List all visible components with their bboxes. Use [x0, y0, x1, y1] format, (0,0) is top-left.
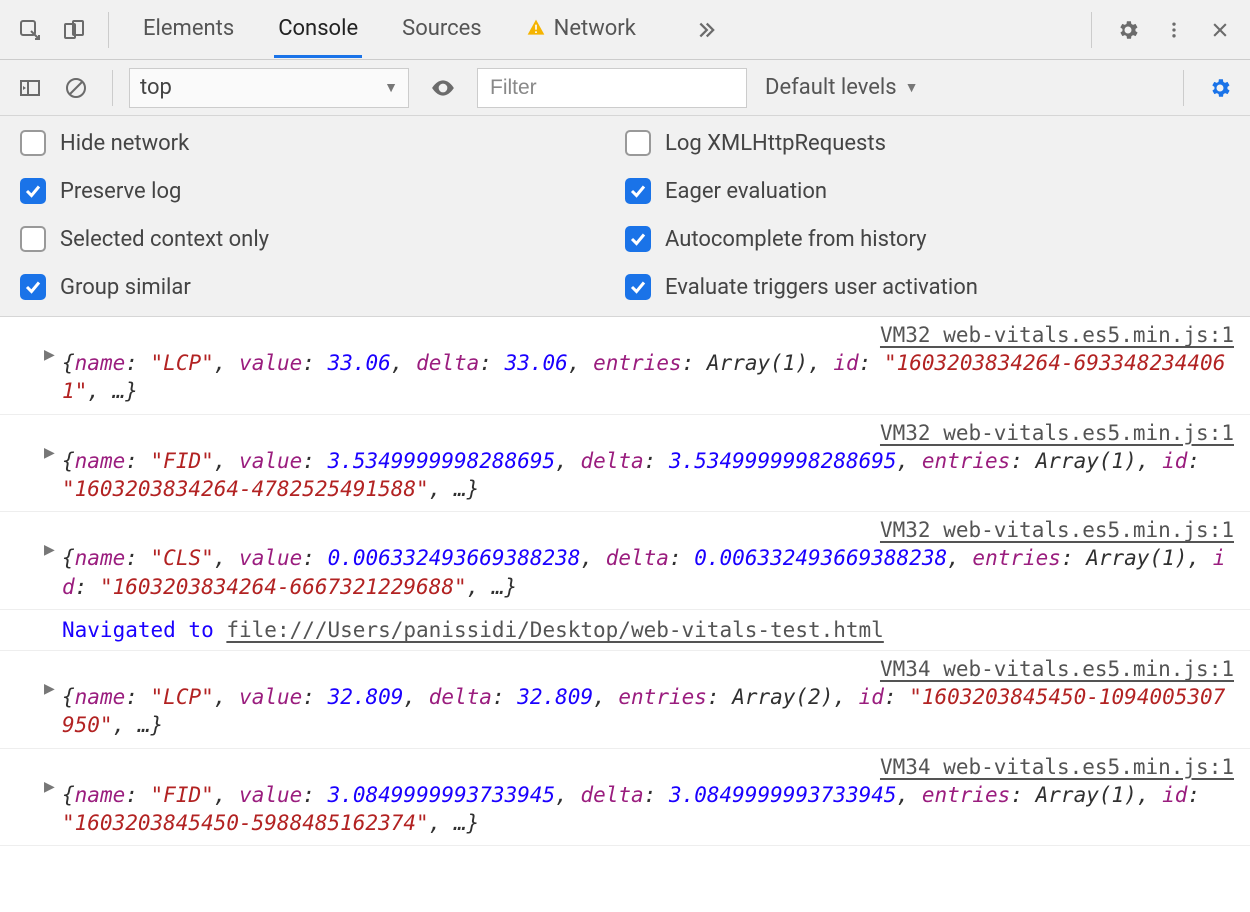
checkbox-eval-trigger[interactable]: Evaluate triggers user activation [625, 274, 1230, 300]
checkbox-label: Selected context only [60, 227, 269, 252]
log-entry: VM32 web-vitals.es5.min.js:1 ▶ {name: "FID… [0, 415, 1250, 513]
source-link[interactable]: VM34 web-vitals.es5.min.js:1 [62, 755, 1234, 779]
panel-tabs: Elements Console Sources Network [139, 2, 1077, 58]
tabbar-actions [1081, 10, 1240, 50]
context-select[interactable]: top ▼ [129, 68, 409, 108]
checkbox-icon [625, 274, 651, 300]
checkbox-icon [625, 226, 651, 252]
device-toggle-icon[interactable] [54, 10, 94, 50]
levels-label: Default levels [765, 75, 897, 100]
log-entry: VM34 web-vitals.es5.min.js:1 ▶ {name: "LCP… [0, 651, 1250, 749]
checkbox-log-xhr[interactable]: Log XMLHttpRequests [625, 130, 1230, 156]
tab-label: Network [554, 16, 636, 41]
dropdown-caret-icon: ▼ [905, 79, 919, 96]
tab-label: Sources [402, 16, 482, 41]
checkbox-icon [625, 130, 651, 156]
separator [1091, 12, 1092, 48]
expand-caret-icon[interactable]: ▶ [44, 681, 55, 697]
console-log-area: VM32 web-vitals.es5.min.js:1 ▶ {name: "LCP… [0, 317, 1250, 846]
checkbox-label: Hide network [60, 131, 189, 156]
gear-icon[interactable] [1108, 10, 1148, 50]
log-entry: VM32 web-vitals.es5.min.js:1 ▶ {name: "CLS… [0, 512, 1250, 610]
source-link[interactable]: VM34 web-vitals.es5.min.js:1 [62, 657, 1234, 681]
log-object[interactable]: {name: "LCP", value: 33.06, delta: 33.06… [62, 349, 1234, 406]
tab-sources[interactable]: Sources [398, 2, 486, 58]
console-toolbar: top ▼ Default levels ▼ [0, 60, 1250, 116]
checkbox-autocomplete[interactable]: Autocomplete from history [625, 226, 1230, 252]
context-label: top [140, 75, 172, 100]
checkbox-label: Autocomplete from history [665, 227, 927, 252]
checkbox-icon [625, 178, 651, 204]
checkbox-label: Preserve log [60, 179, 181, 204]
tab-label: Elements [143, 16, 234, 41]
nav-url[interactable]: file:///Users/panissidi/Desktop/web-vita… [226, 618, 883, 642]
tab-console[interactable]: Console [274, 2, 362, 58]
inspect-icon[interactable] [10, 10, 50, 50]
log-entry: VM34 web-vitals.es5.min.js:1 ▶ {name: "FID… [0, 749, 1250, 847]
expand-caret-icon[interactable]: ▶ [44, 779, 55, 795]
tab-label: Console [278, 16, 358, 41]
log-entry: VM32 web-vitals.es5.min.js:1 ▶ {name: "LCP… [0, 317, 1250, 415]
checkbox-label: Group similar [60, 275, 191, 300]
filter-input[interactable] [477, 68, 747, 108]
more-tabs-icon[interactable] [684, 10, 724, 50]
tab-elements[interactable]: Elements [139, 2, 238, 58]
checkbox-icon [20, 274, 46, 300]
devtools-tabbar: Elements Console Sources Network [0, 0, 1250, 60]
expand-caret-icon[interactable]: ▶ [44, 445, 55, 461]
log-object[interactable]: {name: "LCP", value: 32.809, delta: 32.8… [62, 683, 1234, 740]
checkbox-preserve-log[interactable]: Preserve log [20, 178, 625, 204]
log-object[interactable]: {name: "CLS", value: 0.00633249366938823… [62, 544, 1234, 601]
source-link[interactable]: VM32 web-vitals.es5.min.js:1 [62, 323, 1234, 347]
separator [1183, 70, 1184, 106]
dropdown-caret-icon: ▼ [384, 79, 398, 96]
checkbox-label: Evaluate triggers user activation [665, 275, 978, 300]
console-settings-panel: Hide network Log XMLHttpRequests Preserv… [0, 116, 1250, 317]
source-link[interactable]: VM32 web-vitals.es5.min.js:1 [62, 518, 1234, 542]
log-object[interactable]: {name: "FID", value: 3.0849999993733945,… [62, 781, 1234, 838]
log-object[interactable]: {name: "FID", value: 3.5349999998288695,… [62, 447, 1234, 504]
nav-prefix: Navigated to [62, 618, 226, 642]
navigation-message: Navigated to file:///Users/panissidi/Des… [0, 610, 1250, 651]
checkbox-label: Log XMLHttpRequests [665, 131, 886, 156]
close-icon[interactable] [1200, 10, 1240, 50]
checkbox-icon [20, 226, 46, 252]
expand-caret-icon[interactable]: ▶ [44, 542, 55, 558]
log-levels-select[interactable]: Default levels ▼ [753, 75, 930, 100]
eye-icon[interactable] [423, 68, 463, 108]
source-link[interactable]: VM32 web-vitals.es5.min.js:1 [62, 421, 1234, 445]
warning-icon [526, 18, 546, 38]
clear-console-icon[interactable] [56, 68, 96, 108]
sidebar-toggle-icon[interactable] [10, 68, 50, 108]
expand-caret-icon[interactable]: ▶ [44, 347, 55, 363]
checkbox-eager-eval[interactable]: Eager evaluation [625, 178, 1230, 204]
checkbox-group-similar[interactable]: Group similar [20, 274, 625, 300]
checkbox-icon [20, 178, 46, 204]
checkbox-icon [20, 130, 46, 156]
tab-network[interactable]: Network [522, 2, 640, 58]
console-settings-gear-icon[interactable] [1200, 68, 1240, 108]
separator [108, 12, 109, 48]
checkbox-selected-context[interactable]: Selected context only [20, 226, 625, 252]
checkbox-hide-network[interactable]: Hide network [20, 130, 625, 156]
checkbox-label: Eager evaluation [665, 179, 827, 204]
separator [112, 70, 113, 106]
kebab-icon[interactable] [1154, 10, 1194, 50]
